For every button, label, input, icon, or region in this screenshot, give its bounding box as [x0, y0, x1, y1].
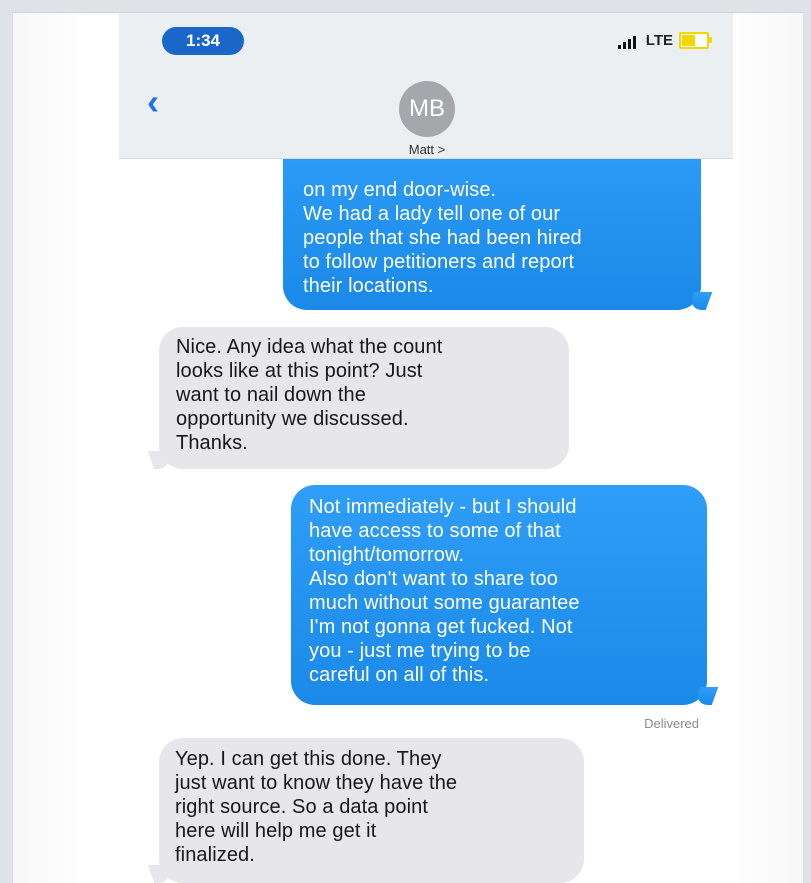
- signal-bars-icon: [617, 33, 640, 49]
- status-indicators: LTE: [617, 32, 712, 49]
- incoming-message-bubble[interactable]: Nice. Any idea what the count looks like…: [159, 327, 569, 469]
- battery-charging-icon: [679, 32, 712, 49]
- contact-avatar[interactable]: MB: [399, 81, 455, 137]
- network-label: LTE: [645, 32, 673, 49]
- contact-name[interactable]: Matt >: [396, 142, 458, 157]
- status-time: 1:34: [162, 27, 244, 55]
- delivered-status: Delivered: [644, 716, 699, 731]
- messages-screen: 1:34 LTE ‹ MB Matt > on my end door-wise…: [12, 12, 803, 883]
- message-text: Yep. I can get this done. They just want…: [175, 748, 458, 866]
- outgoing-message-bubble[interactable]: Not immediately - but I should have acce…: [291, 485, 707, 705]
- message-thread[interactable]: on my end door-wise. We had a lady tell …: [119, 159, 733, 883]
- message-text: Not immediately - but I should have acce…: [309, 496, 580, 686]
- incoming-message-bubble[interactable]: Yep. I can get this done. They just want…: [159, 738, 584, 883]
- message-text: Nice. Any idea what the count looks like…: [176, 336, 443, 454]
- back-chevron-icon[interactable]: ‹: [147, 84, 159, 120]
- outgoing-message-bubble[interactable]: on my end door-wise. We had a lady tell …: [283, 159, 701, 310]
- message-text: on my end door-wise. We had a lady tell …: [303, 179, 582, 297]
- conversation-header: 1:34 LTE ‹ MB Matt >: [119, 13, 733, 159]
